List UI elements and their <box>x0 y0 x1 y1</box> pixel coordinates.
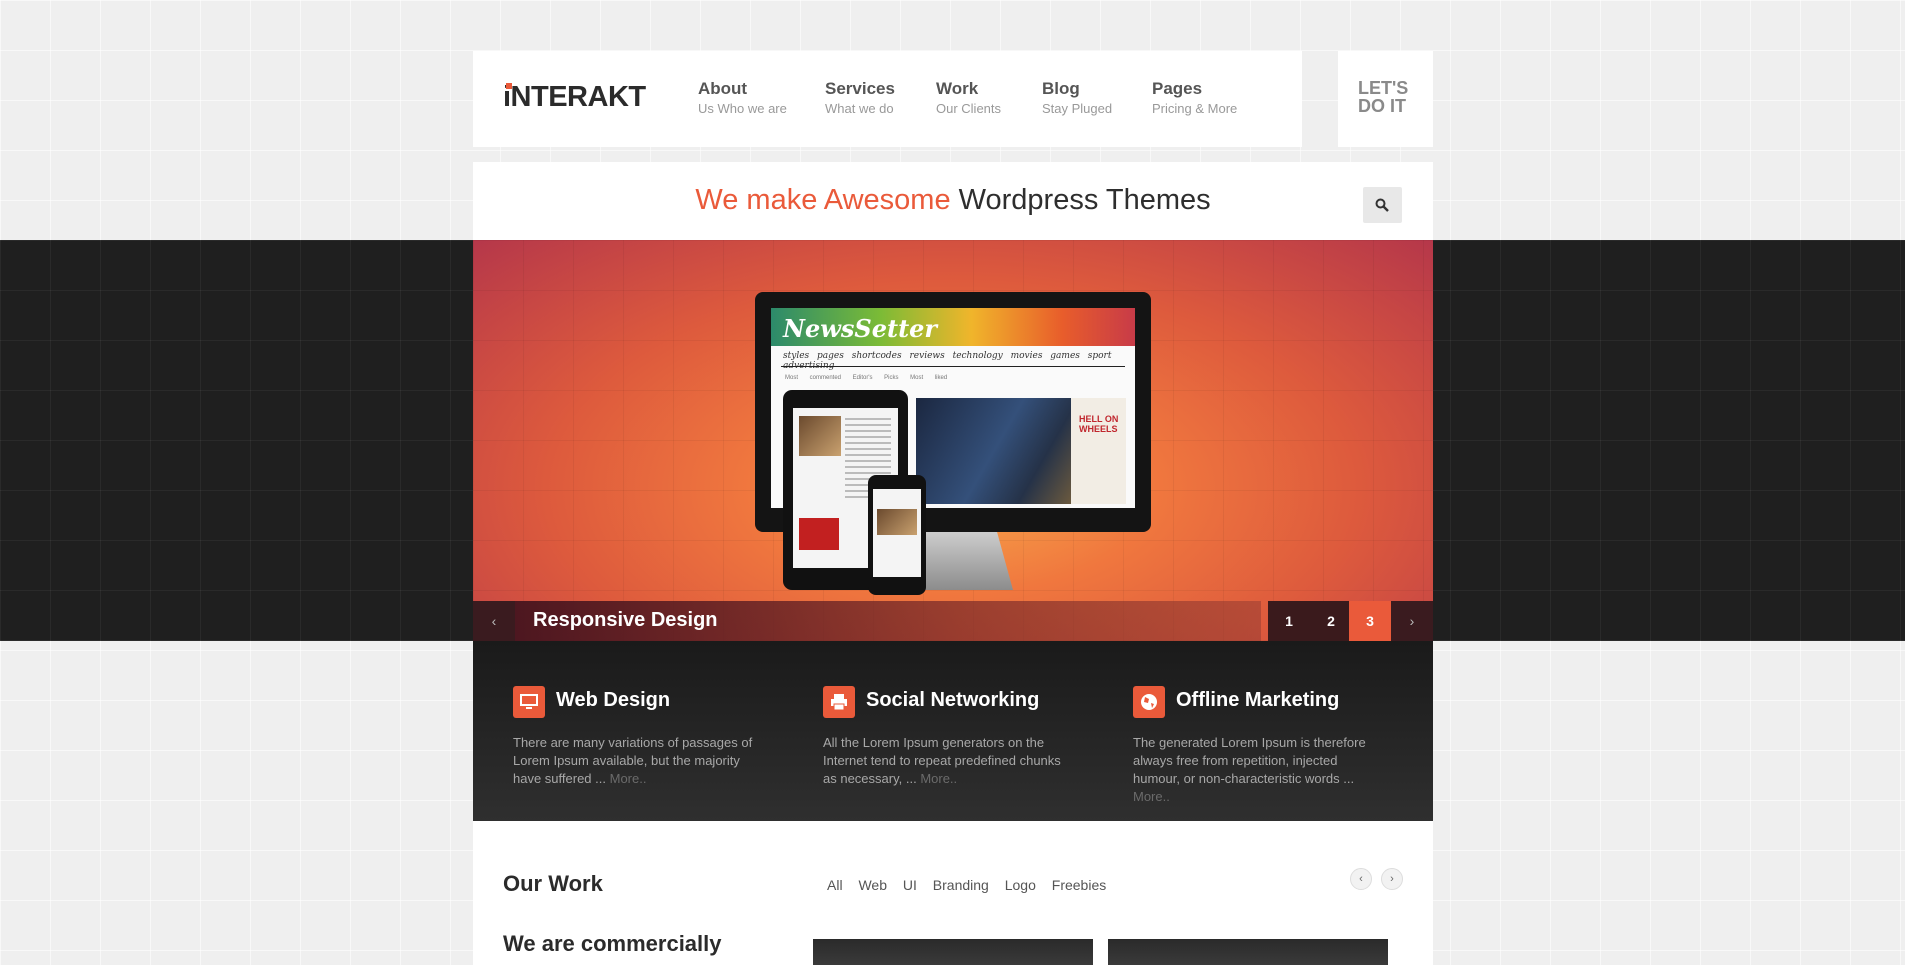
service-icon-box <box>513 686 545 718</box>
nav-title: Blog <box>1042 79 1080 98</box>
service-description: The generated Lorem Ipsum is therefore a… <box>1133 734 1388 806</box>
nav-item-blog[interactable]: Blog Stay Pluged <box>1042 79 1112 116</box>
service-description: All the Lorem Ipsum generators on the In… <box>823 734 1078 788</box>
slider-caption: Responsive Design <box>533 609 718 631</box>
nav-subtitle: Our Clients <box>936 101 1002 116</box>
slider-prev-button[interactable]: ‹ <box>473 601 515 641</box>
tablet-image <box>799 416 841 456</box>
printer-icon <box>831 694 847 711</box>
service-more-link[interactable]: More.. <box>1133 789 1170 804</box>
nav-title: Work <box>936 79 979 98</box>
filter-freebies[interactable]: Freebies <box>1052 877 1106 893</box>
service-description: There are many variations of passages of… <box>513 734 768 788</box>
nav-subtitle: Us Who we are <box>698 101 787 116</box>
filter-all[interactable]: All <box>827 877 843 893</box>
globe-icon <box>1141 694 1157 710</box>
nav-subtitle: Stay Pluged <box>1042 101 1113 116</box>
service-more-link[interactable]: More.. <box>610 771 647 786</box>
logo-text: iNTERAKT <box>503 81 646 113</box>
nav-item-about[interactable]: About Us Who we are <box>698 79 787 116</box>
work-prev-button[interactable]: ‹ <box>1350 868 1372 890</box>
movie-title: HELL ON WHEELS <box>1079 414 1119 434</box>
screen-divider <box>781 366 1125 367</box>
services-section: Web Design There are many variations of … <box>473 641 1433 821</box>
nav-subtitle: Pricing & More <box>1152 101 1238 116</box>
tablet-image <box>799 518 839 550</box>
screen-subnav: Most commented Editor's Picks Most liked <box>785 375 948 381</box>
work-tagline: We are commercially <box>503 931 722 956</box>
work-filters: All Web UI Branding Logo Freebies <box>827 877 1118 893</box>
work-next-button[interactable]: › <box>1381 868 1403 890</box>
screen-menu: styles pages shortcodes reviews technolo… <box>783 351 1112 371</box>
nav-item-pages[interactable]: Pages Pricing & More <box>1152 79 1237 116</box>
service-more-link[interactable]: More.. <box>920 771 957 786</box>
nav-item-services[interactable]: Services What we do <box>825 79 895 116</box>
phone-mockup <box>868 475 926 595</box>
search-button[interactable] <box>1363 187 1402 223</box>
nav-title: Services <box>825 79 895 98</box>
tagline-bar: We make Awesome Wordpress Themes <box>473 162 1433 240</box>
slider-page-1[interactable]: 1 <box>1268 601 1310 641</box>
slider-page-2[interactable]: 2 <box>1310 601 1352 641</box>
filter-logo[interactable]: Logo <box>1005 877 1036 893</box>
slider-caption-bar: Responsive Design <box>515 601 1261 641</box>
hero-slider: NewsSetter styles pages shortcodes revie… <box>473 240 1433 641</box>
cta-label: LET'S DO IT <box>1358 78 1409 116</box>
service-title: Social Networking <box>866 689 1040 711</box>
screen-logo: NewsSetter <box>783 314 938 343</box>
phone-screen <box>873 489 921 577</box>
site-logo[interactable]: iNTERAKT <box>503 81 646 114</box>
portfolio-thumbnail[interactable] <box>813 939 1093 965</box>
phone-image <box>877 509 917 535</box>
site-header: iNTERAKT About Us Who we are Services Wh… <box>473 51 1302 147</box>
logo-dot-icon <box>506 83 512 89</box>
portfolio-thumbnail[interactable] <box>1108 939 1388 965</box>
slider-next-button[interactable]: › <box>1391 601 1433 641</box>
service-title: Offline Marketing <box>1176 689 1340 711</box>
our-work-section: Our Work All Web UI Branding Logo Freebi… <box>473 821 1433 965</box>
lets-do-it-button[interactable]: LET'S DO IT <box>1338 51 1433 147</box>
tagline-rest: Wordpress Themes <box>958 184 1211 216</box>
service-icon-box <box>1133 686 1165 718</box>
screen-header: NewsSetter <box>771 308 1135 346</box>
service-title: Web Design <box>556 689 671 711</box>
service-icon-box <box>823 686 855 718</box>
filter-ui[interactable]: UI <box>903 877 917 893</box>
nav-item-work[interactable]: Work Our Clients <box>936 79 1001 116</box>
search-icon <box>1375 198 1389 212</box>
nav-subtitle: What we do <box>825 101 894 116</box>
tagline-accent: We make Awesome <box>695 184 951 216</box>
filter-web[interactable]: Web <box>858 877 887 893</box>
screen-movie-poster: HELL ON WHEELS <box>1071 398 1126 504</box>
nav-title: About <box>698 79 748 98</box>
nav-title: Pages <box>1152 79 1203 98</box>
section-title: Our Work <box>503 871 603 896</box>
slider-page-3[interactable]: 3 <box>1349 601 1391 641</box>
filter-branding[interactable]: Branding <box>933 877 989 893</box>
monitor-icon <box>520 694 538 709</box>
service-text: The generated Lorem Ipsum is therefore a… <box>1133 735 1366 786</box>
tagline: We make Awesome Wordpress Themes <box>473 184 1433 217</box>
